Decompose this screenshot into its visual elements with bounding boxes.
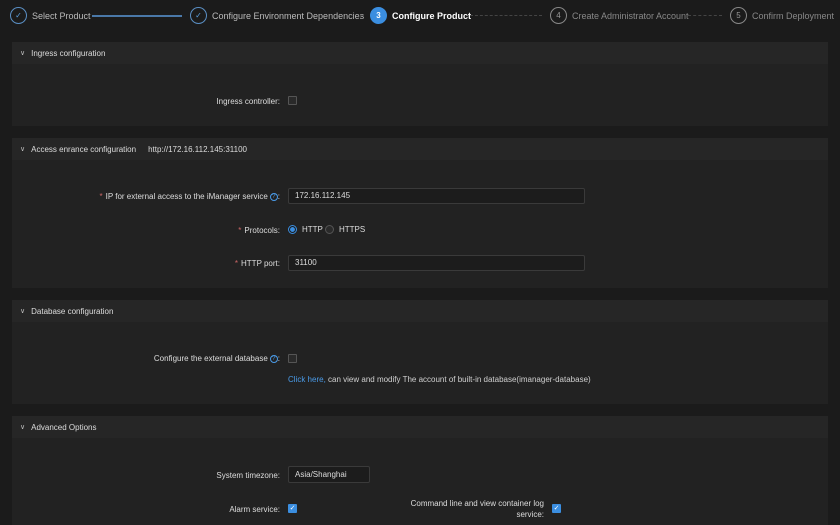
step-connector xyxy=(360,15,364,16)
cmd-label-line1: Command line and view container log xyxy=(410,499,544,508)
help-icon[interactable]: ? xyxy=(269,193,278,201)
chevron-down-icon: ∨ xyxy=(20,308,26,315)
radio-icon xyxy=(325,225,334,234)
ingress-controller-checkbox[interactable] xyxy=(288,96,297,105)
external-db-label-text: Configure the external database xyxy=(153,354,268,363)
radio-label: HTTPS xyxy=(339,225,366,234)
cmd-label: Command line and view container log servi… xyxy=(411,498,544,520)
step-connector xyxy=(470,15,542,16)
step-label: Select Product xyxy=(32,10,91,21)
access-section-header[interactable]: ∨ Access enrance configuration http://172.… xyxy=(12,138,828,160)
step-number: 3 xyxy=(370,7,387,24)
ip-label-text: IP for external access to the iManager s… xyxy=(105,192,268,201)
timezone-select[interactable]: Asia/Shanghai xyxy=(288,466,370,483)
database-section-header[interactable]: ∨ Database configuration xyxy=(12,300,828,322)
step-configure-env[interactable]: ✓ Configure Environment Dependencies xyxy=(190,7,364,24)
step-create-admin[interactable]: 4 Create Administrator Account xyxy=(550,7,689,24)
colon: : xyxy=(277,192,280,201)
step-number: 4 xyxy=(550,7,567,24)
protocols-label-text: Protocols: xyxy=(244,226,280,235)
step-select-product[interactable]: ✓ Select Product xyxy=(10,7,91,24)
ingress-section-header[interactable]: ∨ Ingress configuration xyxy=(12,42,828,64)
protocols-label: * Protocols: xyxy=(238,226,280,235)
chevron-down-icon: ∨ xyxy=(20,146,26,153)
cmd-label-line2: service: xyxy=(516,510,544,519)
external-db-label: Configure the external database?: xyxy=(154,354,280,363)
help-icon[interactable]: ? xyxy=(269,355,278,363)
step-label: Confirm Deployment xyxy=(752,10,835,21)
step-connector xyxy=(92,15,182,17)
step-confirm[interactable]: 5 Confirm Deployment xyxy=(730,7,834,24)
step-label: Create Administrator Account xyxy=(572,10,689,21)
port-label-text: HTTP port: xyxy=(241,259,280,268)
section-title: Database configuration xyxy=(31,306,114,316)
step-configure-product[interactable]: 3 Configure Product xyxy=(370,7,471,24)
timezone-label: System timezone: xyxy=(216,471,280,480)
step-label: Configure Product xyxy=(392,10,471,21)
db-hint-text: can view and modify The account of built… xyxy=(325,375,591,384)
access-url: http://172.16.112.145:31100 xyxy=(148,144,247,154)
step-number: 5 xyxy=(730,7,747,24)
step-label: Configure Environment Dependencies xyxy=(212,10,365,21)
external-db-checkbox[interactable] xyxy=(288,354,297,363)
stepper: ✓ Select Product ✓ Configure Environment D… xyxy=(0,0,840,32)
db-hint: Click here, can view and modify The acco… xyxy=(288,375,591,384)
check-icon: ✓ xyxy=(190,7,207,24)
ingress-controller-label: Ingress controller: xyxy=(216,97,280,106)
section-title: Advanced Options xyxy=(31,422,97,432)
cmd-log-checkbox[interactable]: ✓ xyxy=(552,504,561,513)
ip-label: * IP for external access to the iManager … xyxy=(99,192,280,201)
chevron-down-icon: ∨ xyxy=(20,50,26,57)
advanced-section-header[interactable]: ∨ Advanced Options xyxy=(12,416,828,438)
radio-selected-icon xyxy=(288,225,297,234)
alarm-checkbox[interactable]: ✓ xyxy=(288,504,297,513)
radio-https[interactable]: HTTPS xyxy=(325,225,365,234)
port-input[interactable]: 31100 xyxy=(288,255,585,271)
section-title: Access enrance configuration xyxy=(31,144,137,154)
colon: : xyxy=(277,354,280,363)
click-here-link[interactable]: Click here, xyxy=(288,375,326,384)
ip-input[interactable]: 172.16.112.145 xyxy=(288,188,585,204)
radio-label: HTTP xyxy=(302,225,323,234)
check-icon: ✓ xyxy=(10,7,27,24)
port-label: * HTTP port: xyxy=(234,259,280,268)
chevron-down-icon: ∨ xyxy=(20,424,26,431)
step-connector xyxy=(688,15,722,16)
radio-http[interactable]: HTTP xyxy=(288,225,323,234)
section-title: Ingress configuration xyxy=(31,48,106,58)
alarm-label: Alarm service: xyxy=(229,505,280,514)
